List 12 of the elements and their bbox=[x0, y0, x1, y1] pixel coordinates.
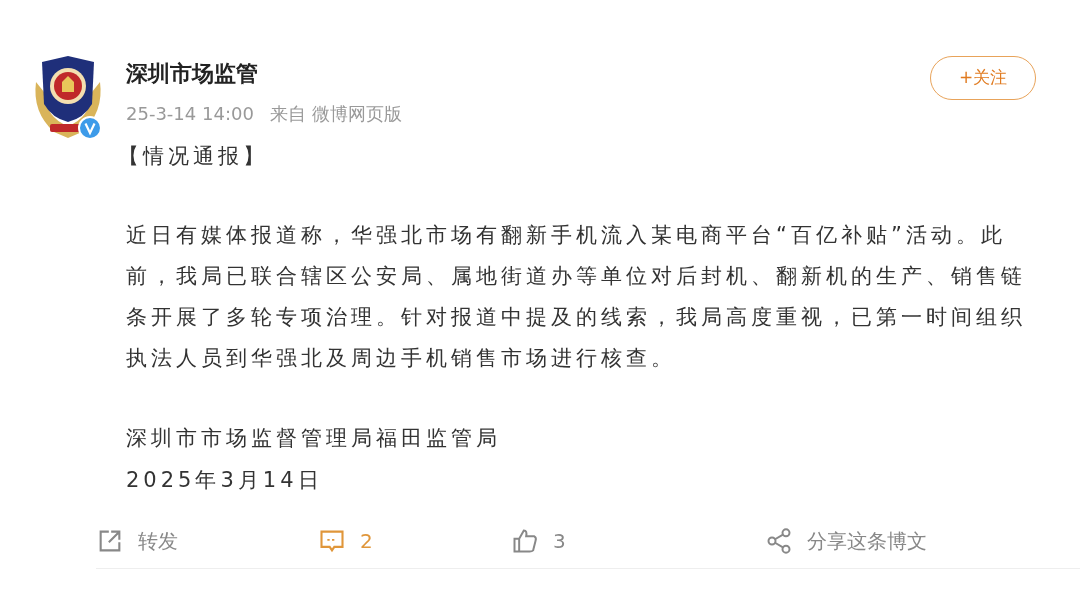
source-link[interactable]: 微博网页版 bbox=[311, 100, 402, 127]
post-paragraph: 【情况通报】 bbox=[118, 143, 269, 170]
source-label: 来自 bbox=[269, 102, 306, 126]
post-time: 25-3-14 14:00 bbox=[126, 102, 254, 126]
comment-button[interactable]: 2 bbox=[318, 525, 373, 556]
share-button[interactable]: 分享这条博文 bbox=[765, 525, 927, 556]
post-paragraph: 近日有媒体报道称，华强北市场有翻新手机流入某电商平台“百亿补贴”活动。此前，我局已联合辖区公安局、属地街道办等单位对后封机、翻新机的生产、销售链条开展了多轮专项治理。针对报道中提及的线索，我局高度重视，已第一时间组织执法人员到华强北及周边手机销售市场进行核查。 bbox=[126, 222, 1027, 372]
repost-button[interactable]: 转发 bbox=[96, 525, 178, 556]
post-paragraph: 深圳市市场监督管理局福田监管局 2025年3月14日 bbox=[126, 425, 502, 494]
share-icon bbox=[765, 526, 793, 555]
author-name[interactable]: 深圳市场监管 bbox=[126, 60, 402, 88]
like-button[interactable]: 3 bbox=[511, 525, 566, 556]
